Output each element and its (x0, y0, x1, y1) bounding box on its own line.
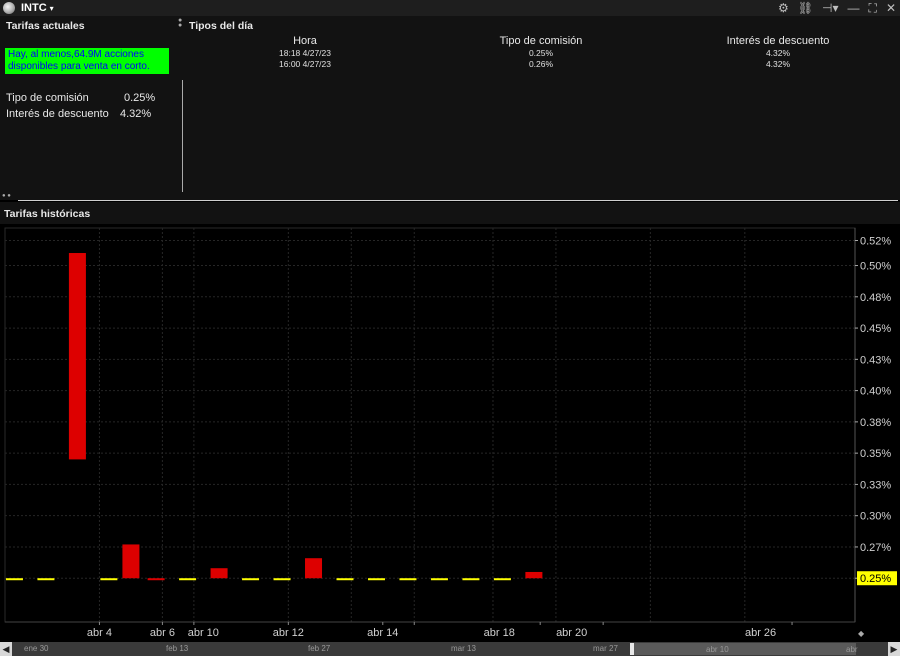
chart-bar[interactable] (100, 578, 118, 581)
historical-rates-chart[interactable]: 0.27% 0.30% 0.33% 0.35% 0.38% 0.40% 0.43% 0.45%… (0, 224, 900, 642)
minimize-icon[interactable]: — (848, 0, 860, 16)
scroll-left-button[interactable]: ◀ (0, 642, 12, 656)
timeline-label: ene 30 (24, 644, 49, 653)
x-tick-label: abr 14 (367, 627, 398, 639)
title-bar: INTC ▾ ⚙ ⛓ ⊣▾ — ⛶ ✕ (0, 0, 900, 16)
chart-bar[interactable] (210, 568, 228, 579)
chart-bar[interactable] (336, 578, 354, 581)
y-tick-label: 0.50% (860, 261, 891, 273)
y-tick-label: 0.43% (860, 354, 891, 366)
timeline-label: abr 10 (706, 645, 729, 654)
cell-time: 18:18 4/27/23 (279, 48, 331, 58)
chart-bar[interactable] (147, 578, 165, 581)
y-tick-label: 0.40% (860, 386, 891, 398)
close-icon[interactable]: ✕ (886, 0, 896, 16)
x-tick-label: abr 4 (87, 627, 112, 639)
window-controls: ⚙ ⛓ ⊣▾ — ⛶ ✕ (778, 0, 896, 16)
current-rates-title: Tarifas actuales (6, 20, 85, 32)
discount-row: Interés de descuento 4.32% (6, 106, 155, 122)
gear-icon[interactable]: ⚙ (778, 0, 789, 16)
chart-bar[interactable] (5, 578, 23, 581)
maximize-icon[interactable]: ⛶ (869, 0, 877, 16)
chart-bar[interactable] (462, 578, 480, 581)
historical-header: Tarifas históricas (0, 202, 900, 224)
discount-label: Interés de descuento (6, 108, 109, 120)
x-tick-label: abr 6 (150, 627, 175, 639)
last-value-label: 0.25% (860, 573, 891, 585)
timeline-label: mar 27 (593, 644, 618, 653)
table-header: Hora Tipo de comisión Interés de descuen… (190, 35, 900, 48)
chart-bar[interactable] (367, 578, 385, 581)
timeline-label: mar 13 (451, 644, 476, 653)
chart-bar[interactable] (122, 544, 140, 579)
cell-discount: 4.32% (765, 48, 791, 58)
y-tick-label: 0.35% (860, 448, 891, 460)
y-tick-label: 0.52% (860, 236, 891, 248)
chart-bar[interactable] (68, 253, 86, 460)
timeline-label: feb 27 (308, 644, 331, 653)
link-icon[interactable]: ⛓ (798, 0, 813, 16)
chevron-down-icon[interactable]: ▾ (50, 4, 54, 13)
pin-icon[interactable]: ⊣▾ (822, 0, 838, 16)
table-row[interactable]: 16:00 4/27/23 0.26% 4.32% (190, 59, 900, 70)
commission-row: Tipo de comisión 0.25% (6, 90, 155, 106)
column-header-time[interactable]: Hora (190, 35, 420, 48)
collapse-handle-icon[interactable]: ● ● (2, 193, 11, 199)
chart-svg[interactable]: 0.27% 0.30% 0.33% 0.35% 0.38% 0.40% 0.43% 0.45%… (0, 224, 900, 642)
chart-bar[interactable] (525, 571, 543, 579)
short-availability-alert: Hay, al menos,64.9M acciones disponibles… (5, 48, 169, 74)
chart-bar[interactable] (399, 578, 417, 581)
section-divider[interactable] (18, 200, 898, 201)
current-rates: Tipo de comisión 0.25% Interés de descue… (6, 90, 155, 122)
commission-value: 0.25% (124, 92, 156, 104)
x-tick-label: abr 26 (745, 627, 776, 639)
x-tick-label: abr 12 (273, 627, 304, 639)
chart-bar[interactable] (179, 578, 197, 581)
chart-bar[interactable] (242, 578, 260, 581)
historical-rates-title: Tarifas históricas (4, 208, 91, 220)
cell-commission: 0.26% (528, 59, 554, 69)
timeline-label: abr 24 (846, 645, 858, 654)
scroller-visible-range[interactable]: abr 10 abr 24 (634, 643, 858, 655)
x-tick-label: abr 18 (484, 627, 515, 639)
timeline-label: feb 13 (166, 644, 189, 653)
drag-handle-icon[interactable]: ● ● (178, 17, 182, 29)
day-rates-table: Hora Tipo de comisión Interés de descuen… (190, 35, 900, 70)
y-tick-label: 0.45% (860, 323, 891, 335)
chart-bar[interactable] (493, 578, 511, 581)
chart-bar[interactable] (37, 578, 55, 581)
y-tick-label: 0.33% (860, 479, 891, 491)
chart-bar[interactable] (273, 578, 291, 581)
y-tick-label: 0.30% (860, 511, 891, 523)
discount-value: 4.32% (120, 108, 152, 120)
column-header-discount[interactable]: Interés de descuento (662, 35, 894, 48)
rates-panel: Tarifas actuales ● ● Tipos del día Hay, a… (0, 16, 900, 200)
symbol-selector[interactable]: INTC (21, 2, 47, 14)
chart-bar[interactable] (430, 578, 448, 581)
alert-line: Hay, al menos,64.9M acciones (8, 49, 144, 60)
chart-bar[interactable] (305, 558, 323, 579)
x-tick-label: abr 10 (188, 627, 219, 639)
alert-line: disponibles para venta en corto. (8, 61, 150, 72)
y-tick-label: 0.38% (860, 417, 891, 429)
y-tick-label: 0.48% (860, 292, 891, 304)
commission-label: Tipo de comisión (6, 92, 89, 104)
cell-discount: 4.32% (765, 59, 791, 69)
y-tick-label: 0.27% (860, 542, 891, 554)
scroll-right-button[interactable]: ▶ (888, 642, 900, 656)
table-row[interactable]: 18:18 4/27/23 0.25% 4.32% (190, 48, 900, 59)
day-rates-title: Tipos del día (189, 20, 253, 32)
app-logo-icon (3, 2, 15, 14)
cell-time: 16:00 4/27/23 (279, 59, 331, 69)
timeline-scroller[interactable]: ◀ ene 30 feb 13 feb 27 mar 13 mar 27 abr… (0, 642, 900, 656)
axis-corner-marker-icon[interactable]: ◆ (858, 629, 865, 638)
column-header-commission[interactable]: Tipo de comisión (420, 35, 662, 48)
panel-divider[interactable] (182, 80, 183, 192)
x-tick-label: abr 20 (556, 627, 587, 639)
cell-commission: 0.25% (528, 48, 554, 58)
